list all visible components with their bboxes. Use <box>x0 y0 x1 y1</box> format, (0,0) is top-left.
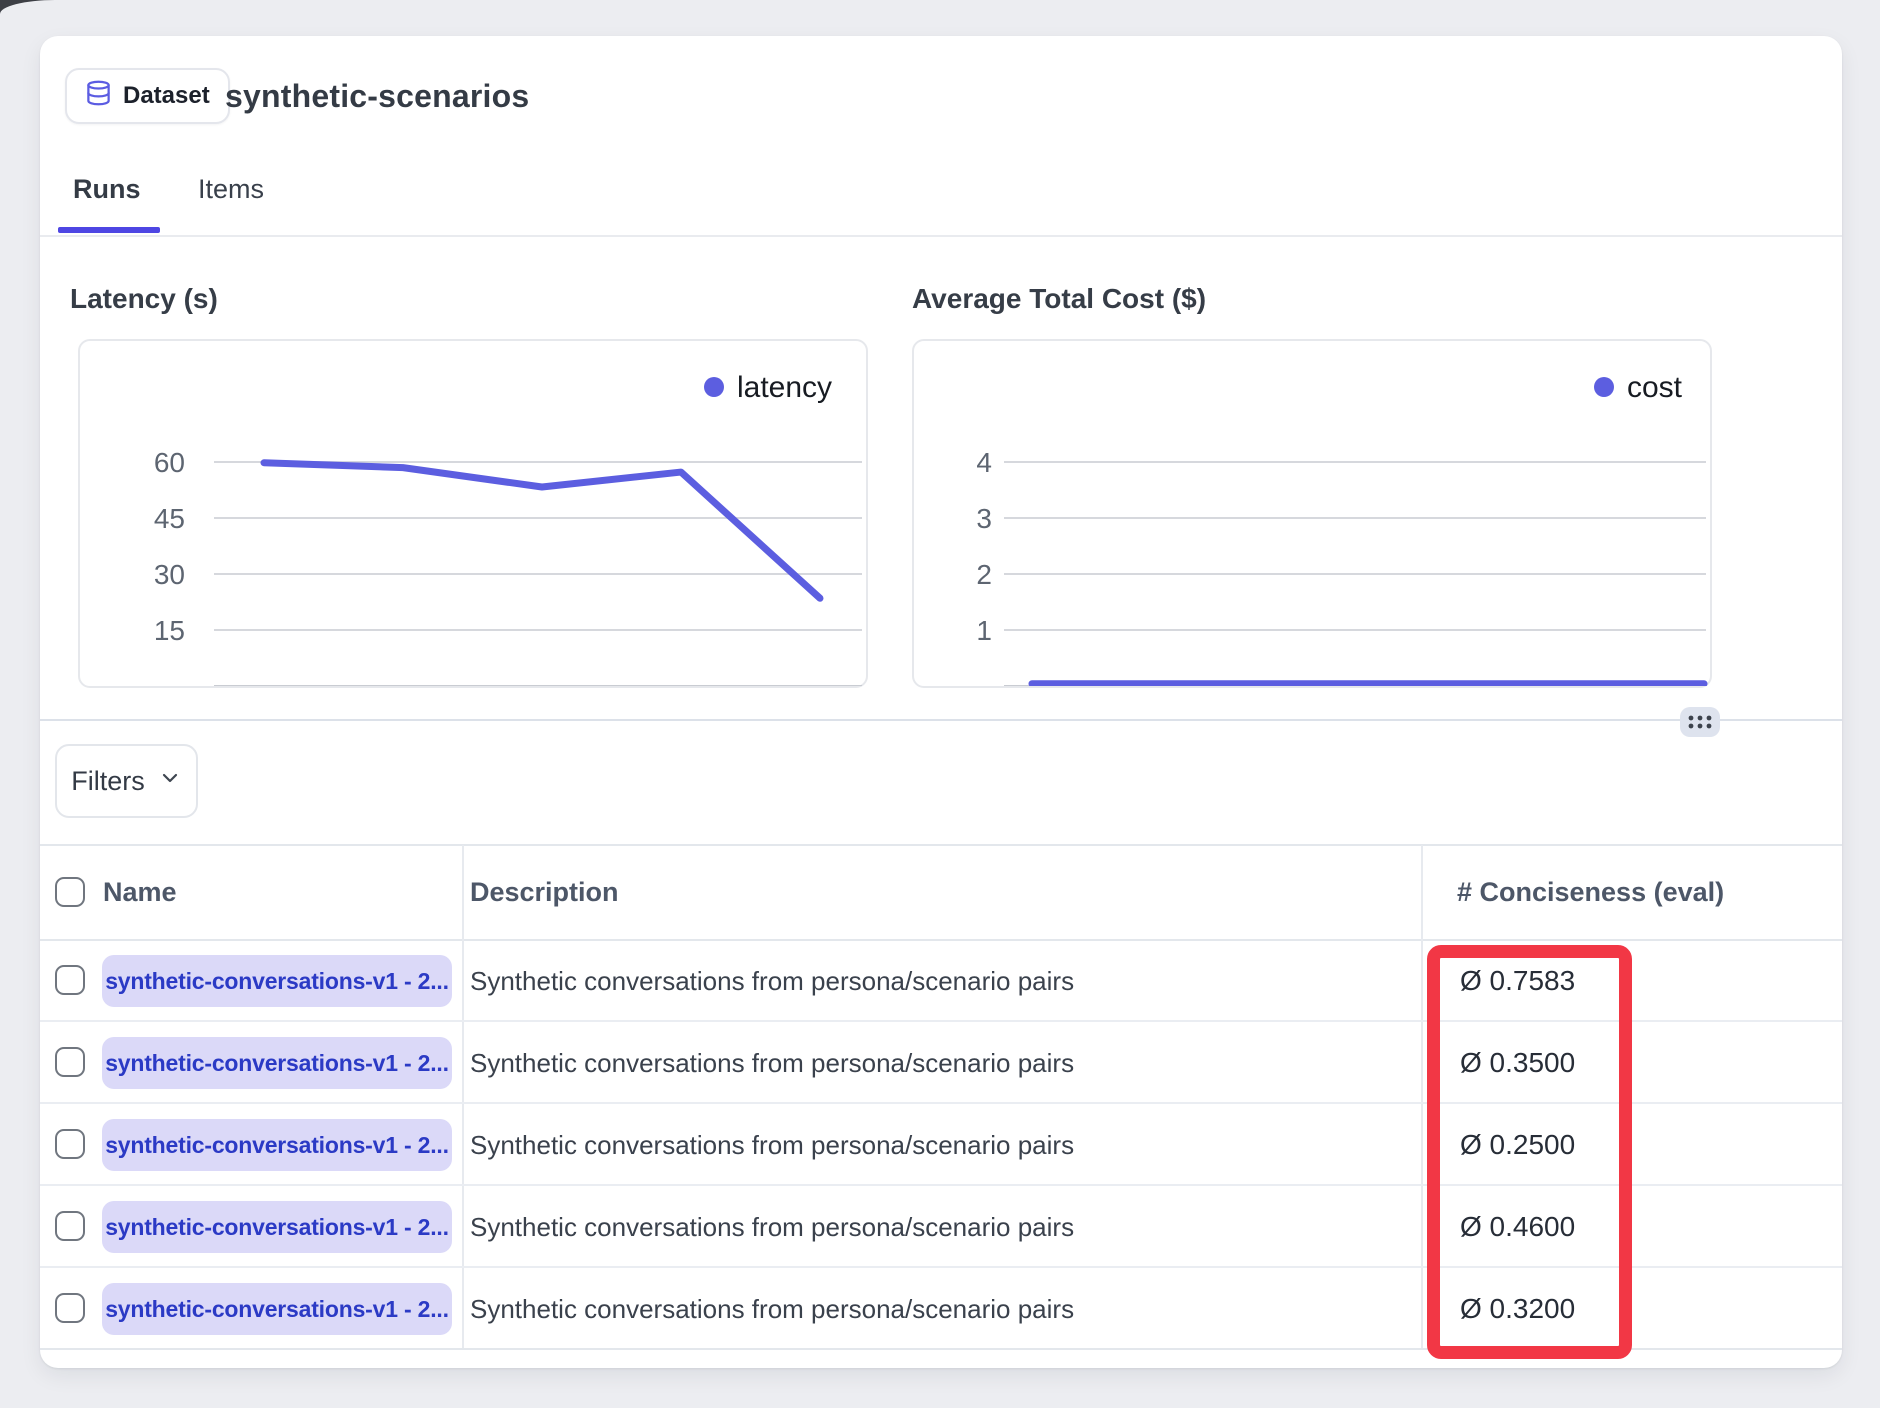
chevron-down-icon <box>158 766 182 797</box>
row-checkbox[interactable] <box>55 965 85 995</box>
svg-text:30: 30 <box>154 559 185 590</box>
svg-text:3: 3 <box>976 503 992 534</box>
run-description: Synthetic conversations from persona/sce… <box>470 940 1074 1022</box>
grip-dots-icon[interactable] <box>1680 707 1720 737</box>
run-name-link[interactable]: synthetic-conversations-v1 - 2... <box>102 1201 452 1253</box>
run-description: Synthetic conversations from persona/sce… <box>470 1022 1074 1104</box>
select-all-checkbox[interactable] <box>55 877 85 907</box>
dataset-type-badge: Dataset <box>65 68 230 124</box>
svg-text:2: 2 <box>976 559 992 590</box>
run-name-link[interactable]: synthetic-conversations-v1 - 2... <box>102 1119 452 1171</box>
database-icon <box>85 78 112 115</box>
chart-latency-svg: 60 45 30 15 latency <box>80 341 866 686</box>
run-name-link[interactable]: synthetic-conversations-v1 - 2... <box>102 1283 452 1335</box>
row-checkbox[interactable] <box>55 1047 85 1077</box>
table-top-border <box>40 844 1842 846</box>
row-checkbox[interactable] <box>55 1293 85 1323</box>
svg-text:latency: latency <box>737 371 832 404</box>
run-description: Synthetic conversations from persona/sce… <box>470 1104 1074 1186</box>
column-header-conciseness[interactable]: # Conciseness (eval) <box>1457 863 1724 921</box>
filters-label: Filters <box>71 766 145 797</box>
svg-text:15: 15 <box>154 615 185 646</box>
page-title: synthetic-scenarios <box>225 68 529 124</box>
cost-chart: 4 3 2 1 cost <box>912 339 1712 688</box>
latency-chart-title: Latency (s) <box>70 283 218 315</box>
latency-chart: 60 45 30 15 latency <box>78 339 868 688</box>
app-background: Dataset synthetic-scenarios Runs Items L… <box>0 0 1880 1408</box>
run-name-link[interactable]: synthetic-conversations-v1 - 2... <box>102 1037 452 1089</box>
cost-chart-title: Average Total Cost ($) <box>912 283 1206 315</box>
section-divider <box>40 719 1842 721</box>
filters-button[interactable]: Filters <box>55 744 198 818</box>
run-description: Synthetic conversations from persona/sce… <box>470 1268 1074 1350</box>
svg-text:45: 45 <box>154 503 185 534</box>
svg-text:60: 60 <box>154 447 185 478</box>
badge-label: Dataset <box>123 82 210 110</box>
row-checkbox[interactable] <box>55 1211 85 1241</box>
column-header-name[interactable]: Name <box>103 863 177 921</box>
active-tab-indicator <box>58 227 160 233</box>
annotation-highlight-box <box>1427 945 1632 1359</box>
tab-items[interactable]: Items <box>198 174 264 205</box>
column-header-description[interactable]: Description <box>470 863 619 921</box>
run-name-link[interactable]: synthetic-conversations-v1 - 2... <box>102 955 452 1007</box>
run-description: Synthetic conversations from persona/sce… <box>470 1186 1074 1268</box>
tabs-divider <box>40 235 1842 237</box>
svg-text:4: 4 <box>976 447 992 478</box>
chart-cost-svg: 4 3 2 1 cost <box>914 341 1710 686</box>
row-checkbox[interactable] <box>55 1129 85 1159</box>
svg-text:cost: cost <box>1627 371 1683 404</box>
svg-text:1: 1 <box>976 615 992 646</box>
tab-runs[interactable]: Runs <box>73 174 141 205</box>
